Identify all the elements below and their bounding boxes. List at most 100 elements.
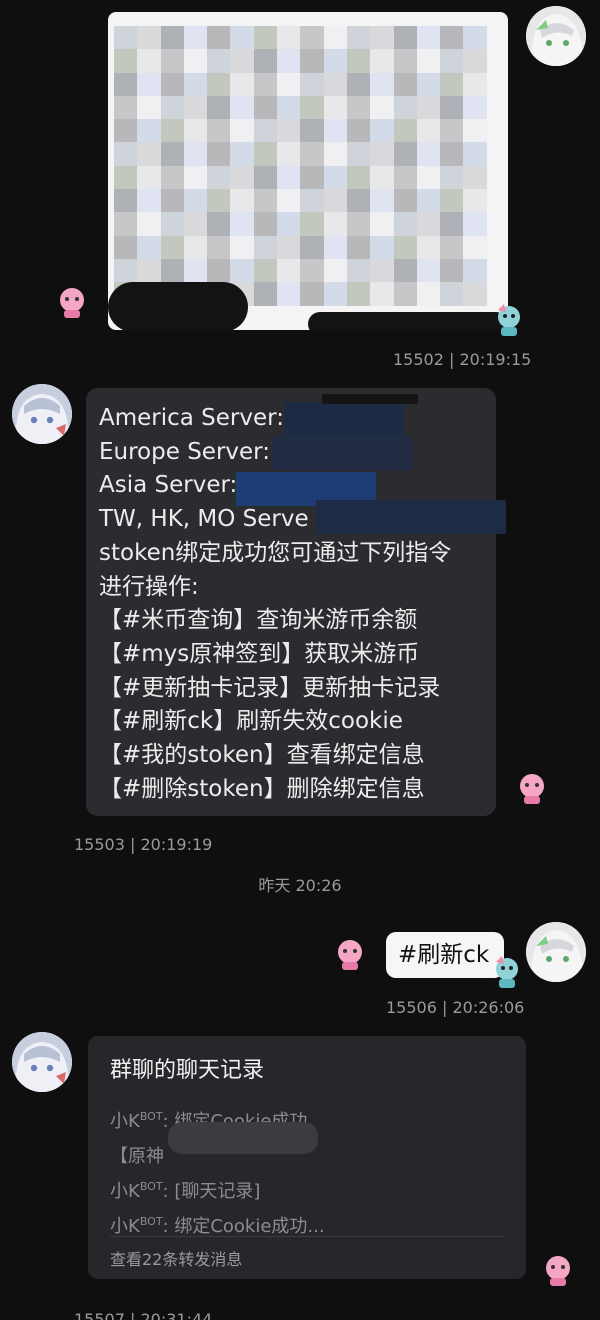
- mosaic-tile: [346, 119, 371, 143]
- mosaic-tile: [277, 119, 301, 143]
- mosaic-tile: [370, 119, 394, 143]
- message-meta: 15503 | 20:19:19: [74, 835, 213, 854]
- mosaic-tile: [370, 49, 394, 73]
- avatar-bot-icon: [12, 384, 72, 444]
- mosaic-tile: [137, 26, 161, 50]
- mosaic-tile: [160, 119, 184, 143]
- mosaic-tile: [440, 26, 464, 50]
- mosaic-tile: [300, 258, 324, 283]
- sticker-pink-icon: [338, 940, 362, 970]
- mosaic-tile: [463, 282, 487, 306]
- mosaic-tile: [183, 189, 208, 213]
- mosaic-tile: [463, 95, 487, 120]
- mosaic-tile: [277, 189, 301, 213]
- mosaic-tile: [323, 49, 347, 73]
- mosaic-tile: [393, 235, 417, 259]
- mosaic-tile: [323, 235, 347, 259]
- bot-text-bubble[interactable]: America Server:67 Europe Server:7 Asia S…: [86, 388, 506, 816]
- mosaic-tile: [277, 95, 301, 120]
- message-meta: 15506 | 20:26:06: [386, 998, 525, 1017]
- mosaic-tile: [370, 189, 394, 213]
- mosaic-tile: [253, 95, 278, 120]
- mosaic-tile: [416, 26, 441, 50]
- mosaic-tile: [277, 235, 301, 259]
- forwarded-line: 小KBOT: [聊天记录]: [110, 1180, 261, 1202]
- mosaic-tile: [300, 189, 324, 213]
- mosaic-tile: [463, 49, 487, 73]
- mosaic-tile: [253, 49, 278, 73]
- mosaic-tile: [416, 119, 441, 143]
- mosaic-tile: [370, 26, 394, 50]
- mosaic-tile: [137, 72, 161, 96]
- mosaic-tile: [463, 26, 487, 50]
- mosaic-tile: [416, 189, 441, 213]
- mosaic-tile: [416, 258, 441, 283]
- forwarded-chat-card[interactable]: 群聊的聊天记录 小KBOT: 绑定Cookie成功 【原神 小KBOT: [聊天…: [88, 1036, 526, 1279]
- mosaic-tile: [440, 72, 464, 96]
- mosaic-tile: [230, 258, 254, 283]
- mosaic-tile: [137, 49, 161, 73]
- mosaic-tile: [370, 212, 394, 236]
- command-line: 【#更新抽卡记录】更新抽卡记录: [99, 674, 441, 701]
- mosaic-tile: [137, 119, 161, 143]
- avatar-bot[interactable]: [12, 384, 72, 444]
- mosaic-tile: [323, 189, 347, 213]
- image-message[interactable]: [108, 12, 508, 330]
- mosaic-tile: [346, 26, 371, 50]
- mosaic-tile: [416, 165, 441, 190]
- avatar-self[interactable]: [526, 922, 586, 982]
- mosaic-tile: [346, 142, 371, 166]
- mosaic-tile: [393, 258, 417, 283]
- mosaic-tile: [277, 142, 301, 166]
- mosaic-tile: [416, 142, 441, 166]
- mosaic-tile: [230, 165, 254, 190]
- mosaic-tile: [346, 72, 371, 96]
- mosaic-tile: [300, 235, 324, 259]
- self-text-bubble[interactable]: #刷新ck: [386, 932, 504, 978]
- mosaic-tile: [183, 119, 208, 143]
- mosaic-tile: [323, 212, 347, 236]
- mosaic-tile: [416, 95, 441, 120]
- mosaic-tile: [463, 189, 487, 213]
- mosaic-tile: [207, 72, 231, 96]
- mosaic-tile: [207, 142, 231, 166]
- mosaic-tile: [253, 282, 278, 306]
- mosaic-tile: [323, 26, 347, 50]
- mosaic-tile: [114, 72, 138, 96]
- avatar-self[interactable]: [526, 6, 586, 66]
- mosaic-tile: [230, 189, 254, 213]
- mosaic-tile: [440, 142, 464, 166]
- mosaic-tile: [183, 72, 208, 96]
- mosaic-tile: [370, 165, 394, 190]
- mosaic-tile: [230, 142, 254, 166]
- mosaic-tile: [323, 258, 347, 283]
- mosaic-tile: [300, 49, 324, 73]
- mosaic-tile: [230, 95, 254, 120]
- mosaic-tile: [183, 212, 208, 236]
- mosaic-tile: [253, 212, 278, 236]
- mosaic-tile: [253, 26, 278, 50]
- mosaic-tile: [137, 212, 161, 236]
- command-line: 【#mys原神签到】获取米游币: [99, 640, 420, 667]
- mosaic-tile: [393, 49, 417, 73]
- mosaic-tile: [370, 235, 394, 259]
- mosaic-tile: [463, 142, 487, 166]
- view-forwarded-link[interactable]: 查看22条转发消息: [110, 1246, 242, 1270]
- mosaic-tile: [183, 258, 208, 283]
- mosaic-tile: [323, 95, 347, 120]
- mosaic-tile: [137, 165, 161, 190]
- mosaic-tile: [114, 189, 138, 213]
- mosaic-tile: [160, 26, 184, 50]
- mosaic-tile: [277, 258, 301, 283]
- mosaic-tile: [253, 165, 278, 190]
- mosaic-tile: [277, 72, 301, 96]
- command-line: 【#刷新ck】刷新失效cookie: [99, 708, 403, 735]
- avatar-bot[interactable]: [12, 1032, 72, 1092]
- redaction-scribble: [308, 312, 508, 330]
- mosaic-tile: [207, 258, 231, 283]
- avatar-self-icon: [526, 6, 586, 66]
- mosaic-tile: [207, 165, 231, 190]
- mosaic-tile: [230, 26, 254, 50]
- mosaic-tile: [370, 72, 394, 96]
- avatar-self-icon: [526, 922, 586, 982]
